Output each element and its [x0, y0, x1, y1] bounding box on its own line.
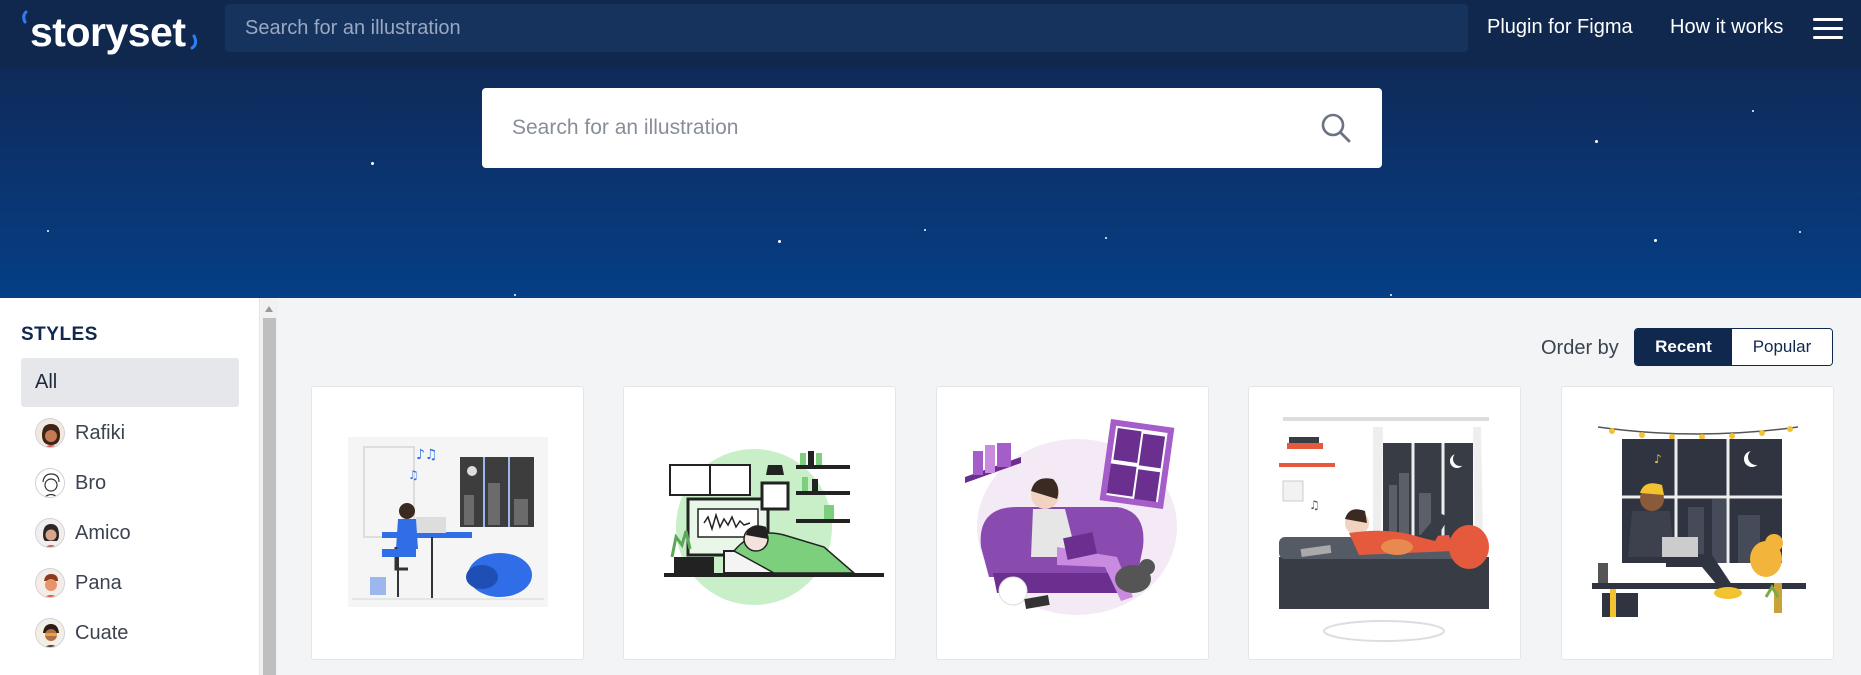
style-label: Amico	[75, 522, 131, 544]
styles-heading: STYLES	[21, 324, 98, 345]
person-asleep-on-desk-illustration	[664, 449, 884, 605]
hamburger-menu-icon[interactable]	[1813, 18, 1843, 40]
star-icon	[1105, 237, 1107, 239]
person-at-desk-illustration: ♪♫ ♫	[348, 437, 548, 607]
style-label: Pana	[75, 572, 122, 594]
storyset-logo[interactable]: storyset	[20, 6, 210, 56]
star-icon	[514, 294, 516, 296]
style-filter-amico[interactable]: Amico	[35, 512, 235, 552]
styles-sidebar: STYLES All Rafiki Bro Amico Pana Cuate	[0, 298, 260, 675]
illustration-card[interactable]: ♪	[1561, 386, 1834, 660]
person-lying-on-bed-illustration: ♫	[1279, 417, 1489, 642]
style-filter-rafiki[interactable]: Rafiki	[35, 412, 235, 452]
plugin-for-figma-link[interactable]: Plugin for Figma	[1487, 16, 1633, 39]
star-icon	[1390, 294, 1392, 296]
star-icon	[1799, 231, 1801, 233]
search-icon[interactable]	[1320, 112, 1352, 144]
how-it-works-link[interactable]: How it works	[1670, 16, 1783, 39]
order-recent-button[interactable]: Recent	[1635, 329, 1732, 365]
style-filter-pana[interactable]: Pana	[35, 562, 235, 602]
illustration-card[interactable]: ♫	[1248, 386, 1521, 660]
order-by-label: Order by	[1541, 337, 1619, 359]
style-label: Rafiki	[75, 422, 126, 444]
style-filter-cuate[interactable]: Cuate	[35, 612, 235, 652]
star-icon	[778, 240, 781, 243]
style-label: Cuate	[75, 622, 129, 644]
illustration-card[interactable]	[623, 386, 896, 660]
svg-text:♪: ♪	[1654, 452, 1662, 466]
logo-text: storyset	[30, 9, 186, 55]
hero-search-input[interactable]: Search for an illustration	[512, 88, 738, 168]
style-filter-bro[interactable]: Bro	[35, 462, 235, 502]
svg-text:♪♫: ♪♫	[416, 447, 438, 463]
cuate-avatar-icon	[35, 618, 65, 648]
hero-search-box[interactable]: Search for an illustration	[482, 88, 1382, 168]
order-by-toggle: Recent Popular	[1634, 328, 1833, 366]
star-icon	[371, 162, 374, 165]
scroll-up-arrow-icon[interactable]	[265, 306, 273, 312]
bro-avatar-icon	[35, 468, 65, 498]
style-filter-all[interactable]: All	[21, 358, 239, 407]
order-popular-button[interactable]: Popular	[1732, 329, 1832, 365]
star-icon	[1654, 239, 1657, 242]
illustration-card[interactable]: ♪♫ ♫	[311, 386, 584, 660]
scrollbar-thumb[interactable]	[263, 318, 276, 675]
hero-banner: Search for an illustration	[0, 67, 1861, 298]
top-navbar: storyset Search for an illustration Plug…	[0, 0, 1861, 67]
person-with-laptop-by-window-illustration: ♪	[1592, 426, 1806, 617]
rafiki-avatar-icon	[35, 418, 65, 448]
star-icon	[1752, 110, 1754, 112]
amico-avatar-icon	[35, 518, 65, 548]
star-icon	[47, 230, 49, 232]
star-icon	[1595, 140, 1598, 143]
star-icon	[924, 229, 926, 231]
sidebar-scrollbar[interactable]	[261, 298, 278, 675]
svg-text:♫: ♫	[408, 468, 419, 482]
style-label: Bro	[75, 472, 107, 494]
svg-text:♫: ♫	[1309, 498, 1320, 512]
nav-search-input[interactable]: Search for an illustration	[225, 4, 1468, 52]
illustration-card[interactable]	[936, 386, 1209, 660]
person-reading-on-couch-illustration	[965, 418, 1177, 615]
pana-avatar-icon	[35, 568, 65, 598]
